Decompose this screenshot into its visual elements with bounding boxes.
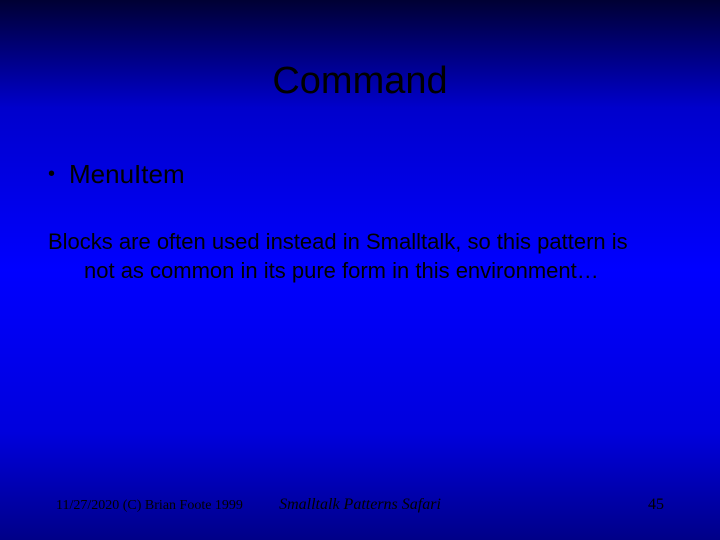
footer-date: 11/27/2020 [56, 498, 119, 513]
slide-title: Command [0, 0, 720, 103]
bullet-dot-icon: • [48, 159, 55, 189]
footer-left: 11/27/2020 (C) Brian Foote 1999 [56, 498, 243, 514]
bullet-item: • MenuItem [48, 159, 720, 190]
body-paragraph: Blocks are often used instead in Smallta… [0, 190, 720, 285]
bullet-text: MenuItem [69, 159, 185, 190]
footer-copyright: (C) Brian Foote 1999 [123, 498, 243, 513]
footer-center-title: Smalltalk Patterns Safari [279, 496, 441, 514]
slide-footer: 11/27/2020 (C) Brian Foote 1999 Smalltal… [0, 496, 720, 514]
bullet-list: • MenuItem [0, 103, 720, 190]
body-text-content: Blocks are often used instead in Smallta… [48, 228, 660, 285]
footer-page-number: 45 [648, 496, 664, 514]
